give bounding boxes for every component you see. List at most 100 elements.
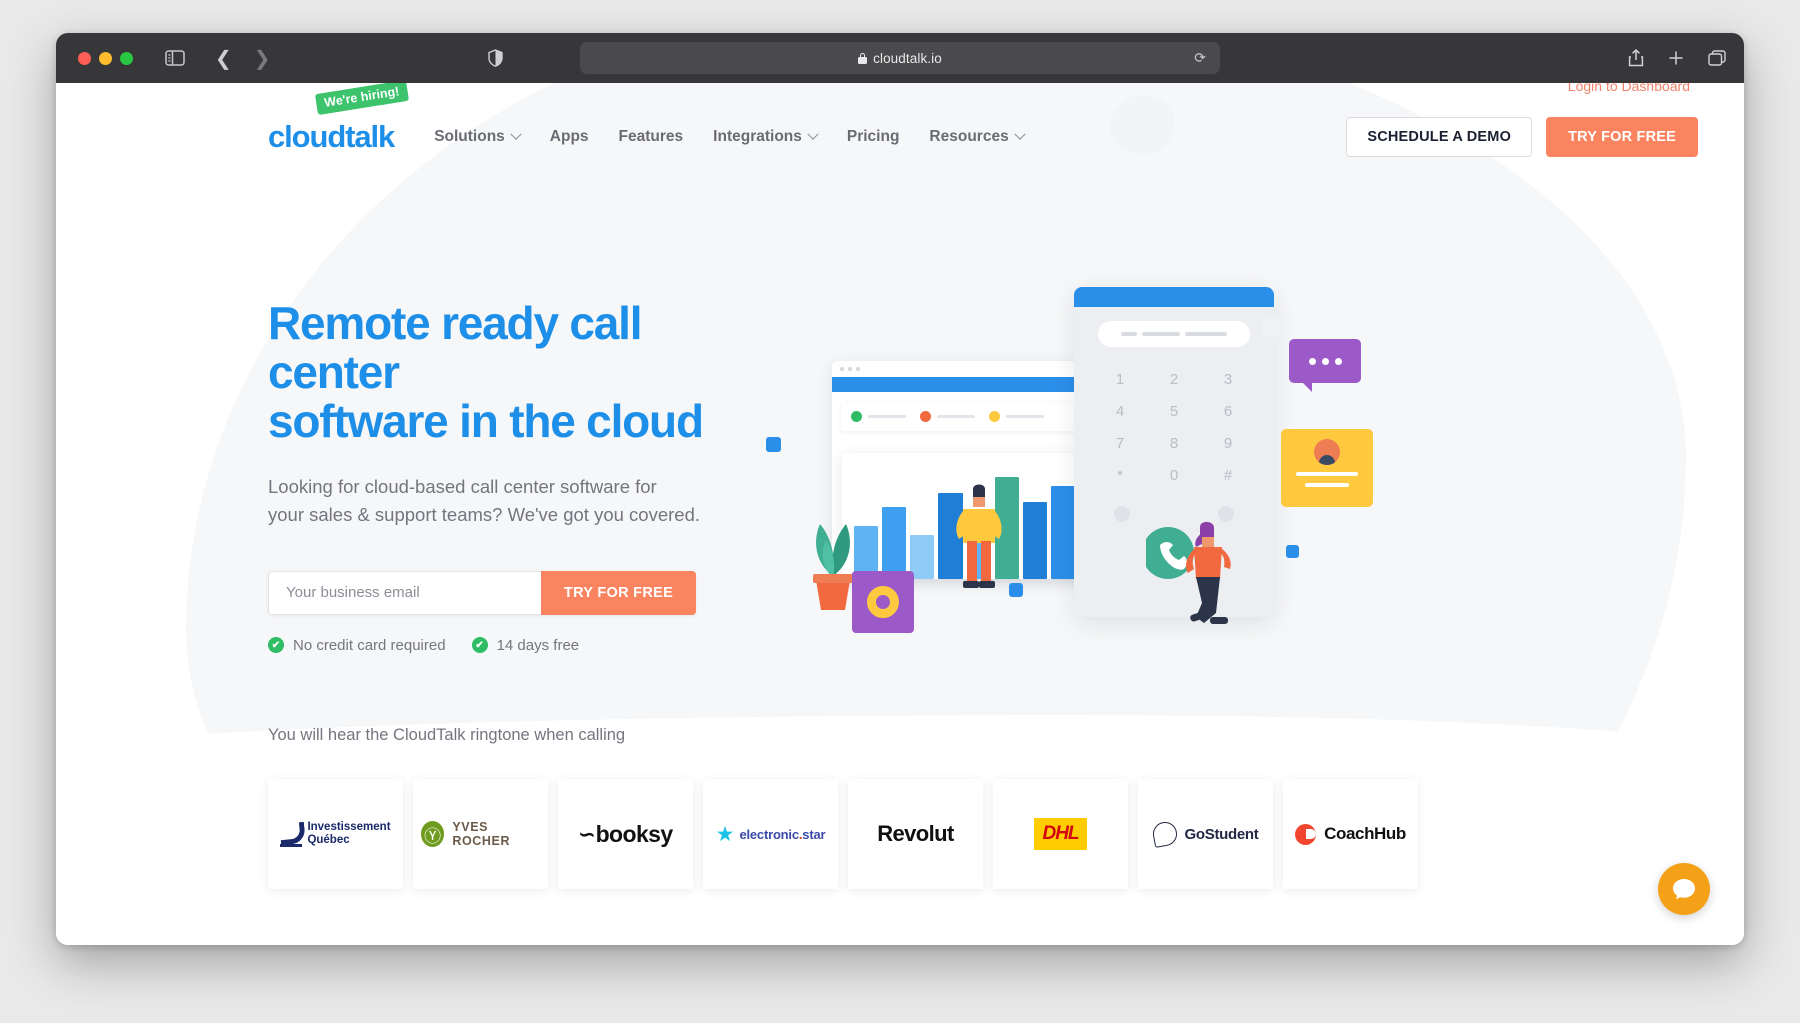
yves-rocher-logo: YVES ROCHER	[421, 820, 540, 848]
illustration-status-row	[841, 402, 1088, 431]
maximize-window-button[interactable]	[120, 51, 133, 65]
yves-rocher-mark-icon	[421, 821, 445, 847]
keypad-key[interactable]: 6	[1201, 403, 1255, 420]
nav-item-pricing[interactable]: Pricing	[847, 128, 900, 146]
status-item	[920, 411, 975, 422]
url-text: cloudtalk.io	[873, 50, 942, 66]
status-dot-orange	[920, 411, 931, 422]
logo-line-2: Québec	[307, 834, 350, 846]
keypad-key[interactable]: 4	[1093, 403, 1147, 420]
keypad-key[interactable]: 2	[1147, 371, 1201, 388]
tab-overview-icon[interactable]	[1708, 50, 1726, 66]
share-icon[interactable]	[1628, 49, 1644, 67]
nav-label: Apps	[549, 128, 589, 145]
star-icon: ★	[715, 822, 735, 846]
keypad-key[interactable]: 3	[1201, 371, 1255, 388]
nav-label: Features	[618, 128, 684, 145]
header-actions: Login to Dashboard SCHEDULE A DEMO TRY F…	[1346, 83, 1698, 157]
logo-label: Investissement Québec	[307, 821, 390, 848]
phone-accent-bar	[1074, 287, 1274, 307]
logo-card-revolut[interactable]: Revolut	[848, 779, 983, 889]
chevron-down-icon	[807, 128, 819, 140]
illustration-purple-tile	[852, 571, 914, 633]
try-for-free-submit-button[interactable]: TRY FOR FREE	[541, 570, 696, 615]
chat-icon	[1673, 879, 1695, 900]
keypad-key[interactable]: 9	[1201, 435, 1255, 452]
shield-icon[interactable]	[488, 49, 503, 67]
nav-item-resources[interactable]: Resources	[929, 128, 1026, 146]
logo-card-investissement-quebec[interactable]: Investissement Québec	[268, 779, 403, 889]
keypad-key[interactable]: 1	[1093, 371, 1147, 388]
check-icon: ✔	[471, 637, 488, 654]
hiring-badge[interactable]: We're hiring!	[314, 83, 409, 116]
illustration-card-body	[832, 392, 1097, 431]
placeholder-line	[1121, 332, 1137, 336]
keypad-key[interactable]: 5	[1147, 403, 1201, 420]
chart-bar	[882, 507, 907, 579]
navigation-arrows[interactable]: ❮ ❯	[215, 48, 271, 68]
gostudent-logo: GoStudent	[1150, 820, 1259, 848]
keypad-key[interactable]: 0	[1147, 467, 1201, 484]
nav-item-integrations[interactable]: Integrations	[713, 128, 819, 146]
close-window-button[interactable]	[78, 51, 91, 65]
booksy-logo: ∽ booksy	[578, 821, 673, 848]
email-field[interactable]	[268, 570, 541, 615]
nav-item-apps[interactable]: Apps	[550, 128, 589, 146]
window-controls[interactable]	[78, 51, 133, 65]
intercom-chat-button[interactable]	[1658, 863, 1710, 915]
minimize-window-button[interactable]	[99, 51, 112, 65]
logo-label: DHL	[1042, 823, 1079, 844]
logo-card-yves-rocher[interactable]: YVES ROCHER	[413, 779, 548, 889]
logo-card-coachhub[interactable]: CoachHub	[1283, 779, 1418, 889]
logo-card-booksy[interactable]: ∽ booksy	[558, 779, 693, 889]
logo-card-dhl[interactable]: DHL	[993, 779, 1128, 889]
perk-trial-length: ✔ 14 days free	[471, 636, 580, 654]
chart-bar	[1022, 502, 1047, 579]
nav-label: Resources	[929, 128, 1009, 145]
login-to-dashboard-link[interactable]: Login to Dashboard	[1568, 83, 1690, 94]
lock-icon	[858, 52, 868, 64]
keypad-key[interactable]: #	[1201, 467, 1255, 484]
nav-item-solutions[interactable]: Solutions	[434, 128, 522, 146]
phone-keypad[interactable]: 1 2 3 4 5 6 7 8 9 * 0 #	[1093, 371, 1255, 484]
schedule-demo-button[interactable]: SCHEDULE A DEMO	[1346, 117, 1533, 157]
keypad-key[interactable]: *	[1093, 467, 1147, 484]
logo[interactable]: We're hiring! cloudtalk	[268, 83, 409, 155]
illustration-person-calling	[1142, 517, 1246, 642]
electronic-star-logo: ★ electronic.star	[716, 824, 826, 845]
logo-line-1: Investissement	[307, 820, 391, 833]
logo-card-electronic-star[interactable]: ★ electronic.star	[703, 779, 838, 889]
chevron-down-icon	[510, 128, 522, 140]
dot-icon	[848, 367, 852, 371]
eraser-icon	[1150, 820, 1179, 848]
back-arrow-icon[interactable]: ❮	[215, 48, 232, 68]
nav-item-features[interactable]: Features	[619, 128, 684, 146]
chart-bar	[910, 534, 935, 579]
address-bar[interactable]: cloudtalk.io ⟳	[580, 42, 1220, 74]
placeholder-line	[868, 414, 906, 419]
hero-subheading: Looking for cloud-based call center soft…	[268, 475, 700, 525]
try-for-free-button-header[interactable]: TRY FOR FREE	[1546, 117, 1698, 157]
plus-icon[interactable]	[1668, 50, 1684, 66]
keypad-key[interactable]: 8	[1147, 435, 1201, 452]
check-icon: ✔	[268, 637, 284, 654]
webpage-viewport: We're hiring! cloudtalk Solutions Apps F…	[56, 83, 1744, 945]
phone-footer-button[interactable]	[1114, 506, 1130, 522]
dot-icon	[856, 367, 860, 371]
status-item	[989, 411, 1044, 422]
ringtone-note: You will hear the CloudTalk ringtone whe…	[268, 725, 626, 744]
keypad-key[interactable]: 7	[1093, 435, 1147, 452]
illustration-square-blue	[1009, 583, 1023, 597]
nav-label: Integrations	[713, 128, 802, 145]
sidebar-toggle-icon[interactable]	[165, 50, 185, 66]
signup-perks: ✔ No credit card required ✔ 14 days free	[268, 637, 756, 654]
dot-icon	[1321, 357, 1329, 365]
nav-label: Pricing	[846, 128, 900, 145]
status-dot-yellow	[989, 411, 1000, 422]
revolut-logo: Revolut	[877, 821, 954, 846]
wave-icon: ∽	[578, 823, 595, 846]
logo-card-gostudent[interactable]: GoStudent	[1138, 779, 1273, 889]
reload-icon[interactable]: ⟳	[1194, 50, 1206, 67]
perk-label: 14 days free	[496, 636, 580, 654]
investissement-quebec-logo: Investissement Québec	[280, 821, 391, 848]
